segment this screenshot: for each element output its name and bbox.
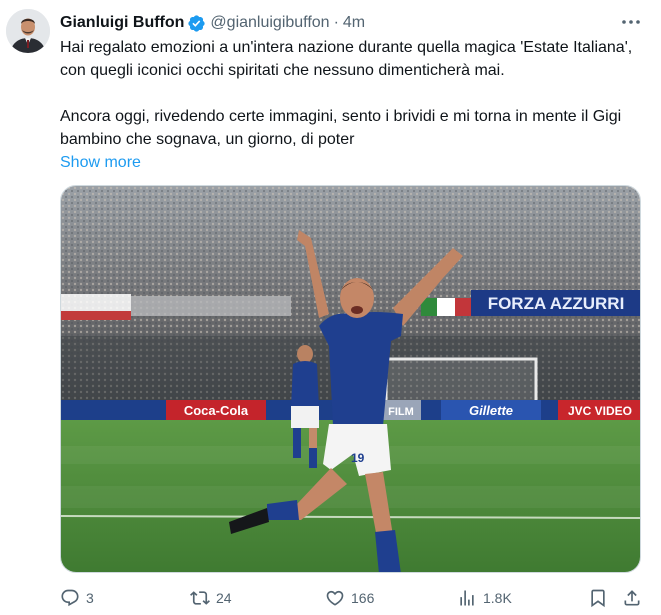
tweet-paragraph-2: Ancora oggi, rivedendo certe immagini, s… <box>60 108 622 148</box>
tweet-paragraph-1: Hai regalato emozioni a un'intera nazion… <box>60 39 633 79</box>
repost-button[interactable]: 24 <box>190 584 232 612</box>
bookmark-button[interactable] <box>588 584 608 612</box>
like-button[interactable]: 166 <box>325 584 374 612</box>
banner-coca-cola: Coca-Cola <box>184 403 249 418</box>
banner-forza-azzurri: FORZA AZZURRI <box>488 294 625 313</box>
more-options-icon <box>622 20 640 24</box>
author-handle[interactable]: @gianluigibuffon <box>210 14 329 32</box>
banner-film: FILM <box>388 406 414 418</box>
verified-badge-icon <box>188 14 206 32</box>
share-icon <box>624 590 640 606</box>
views-button[interactable]: 1.8K <box>457 584 512 612</box>
tweet-header: Gianluigi Buffon @gianluigibuffon · 4m <box>60 12 621 34</box>
repost-icon <box>190 591 210 605</box>
header-separator: · <box>333 14 339 31</box>
tweet-card[interactable]: Gianluigi Buffon @gianluigibuffon · 4m H… <box>0 0 661 615</box>
show-more-link[interactable]: Show more <box>60 151 141 174</box>
tweet-actions: 3 24 166 1.8K <box>60 584 644 612</box>
more-options-button[interactable] <box>619 12 643 32</box>
repost-count: 24 <box>216 590 232 606</box>
celebration-photo: FORZA AZZURRI Coca-Cola FILM Gillette JV… <box>61 186 640 572</box>
views-chart-icon <box>460 590 474 606</box>
heart-icon <box>326 590 344 606</box>
views-count: 1.8K <box>483 590 512 606</box>
tweet-text: Hai regalato emozioni a un'intera nazion… <box>60 36 650 174</box>
reply-count: 3 <box>86 590 94 606</box>
author-name[interactable]: Gianluigi Buffon <box>60 14 184 32</box>
banner-jvc: JVC VIDEO <box>568 404 632 418</box>
reply-button[interactable]: 3 <box>60 584 94 612</box>
reply-icon <box>61 589 79 607</box>
share-button[interactable] <box>622 584 642 612</box>
banner-gillette: Gillette <box>469 403 513 418</box>
avatar[interactable] <box>6 9 50 53</box>
bookmark-icon <box>591 589 605 608</box>
like-count: 166 <box>351 590 375 606</box>
tweet-timestamp[interactable]: 4m <box>343 14 365 32</box>
shirt-number: 19 <box>351 451 365 465</box>
tweet-photo[interactable]: FORZA AZZURRI Coca-Cola FILM Gillette JV… <box>60 185 641 573</box>
